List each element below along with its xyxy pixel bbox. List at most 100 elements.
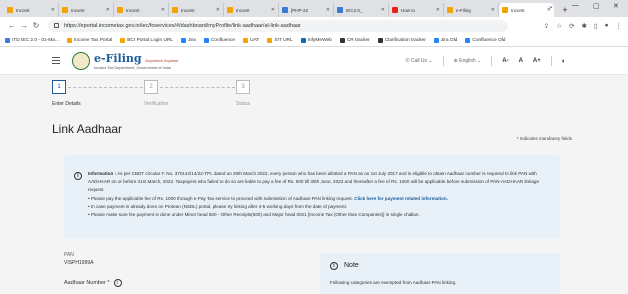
close-tab-icon[interactable]: ✕	[216, 7, 220, 13]
step-1-label: Enter Details	[52, 101, 81, 107]
bookmark-item[interactable]: Confluence Old	[465, 37, 505, 43]
bookmark-item[interactable]: ITD IEC 2.0 - 01-Ma...	[5, 37, 59, 43]
browser-tab[interactable]: IEC2.0_ ✕	[334, 3, 389, 17]
help-icon[interactable]: i	[113, 279, 122, 287]
bookmarks-bar: ITD IEC 2.0 - 01-Ma... Income Tax Portal B…	[0, 34, 628, 47]
tab-title: IEC2.0_	[346, 7, 363, 13]
font-decrease-button[interactable]: A-	[502, 58, 508, 64]
bookmark-item[interactable]: Jira Old	[433, 37, 457, 43]
efiling-brand[interactable]: e-Filing Anywhere Anytime Income Tax Dep…	[94, 52, 178, 70]
back-icon[interactable]: ←	[6, 21, 18, 30]
bookmark-icon	[377, 37, 383, 43]
close-tab-icon[interactable]: ✕	[381, 7, 385, 13]
new-tab-button[interactable]: +	[558, 3, 572, 17]
close-tab-icon[interactable]: ✕	[436, 7, 440, 13]
browser-tab[interactable]: Incomt ✕	[169, 3, 224, 17]
bookmark-label: BCI Portal Login URL	[127, 37, 174, 43]
header-actions: ✆ Call Us ⌄ ⊕ English ⌄ A- A A+ ◐	[405, 56, 566, 66]
note-box: i Note Following categories are exempted…	[320, 253, 560, 294]
info-paragraph: As per CBDT circular F. No. 370142/14/22…	[88, 171, 540, 193]
main-content: Link Aadhaar * Indicates mandatory field…	[0, 115, 628, 294]
bookmark-item[interactable]: Confluence	[203, 37, 235, 43]
aadhaar-label-text: Aadhaar Number *	[64, 280, 110, 286]
step-2-label: Verification	[144, 101, 169, 107]
profile-icon[interactable]: ●	[605, 22, 609, 30]
divider	[491, 56, 493, 66]
font-reset-button[interactable]: A	[519, 58, 523, 64]
browser-tab[interactable]: Incomt ✕	[59, 3, 114, 17]
bookmark-item[interactable]: UAT	[243, 37, 260, 43]
menu-icon[interactable]: ⋮	[616, 22, 623, 30]
tab-favicon-icon	[227, 7, 233, 13]
bookmark-item[interactable]: BCI Portal Login URL	[120, 37, 174, 43]
browser-tab[interactable]: Incomt ✕	[114, 3, 169, 17]
note-info-icon: i	[330, 262, 338, 270]
bookmark-label: Income Tax Portal	[73, 37, 113, 43]
language-select[interactable]: ⊕ English ⌄	[454, 58, 482, 64]
tab-title: Incomt	[236, 7, 250, 13]
bookmark-icon	[465, 37, 471, 43]
bookmark-star-icon[interactable]: ☆	[556, 22, 562, 30]
bookmark-item[interactable]: Clarification tracker	[377, 37, 426, 43]
tab-favicon-icon	[62, 7, 68, 13]
bookmark-item[interactable]: Income Tax Portal	[66, 37, 113, 43]
bookmark-item[interactable]: SIT URL	[267, 37, 293, 43]
step-3-label: Status	[236, 101, 251, 107]
info-lead: Information :	[88, 171, 117, 176]
close-tab-icon[interactable]: ✕	[491, 7, 495, 13]
share-icon[interactable]: ⇪	[544, 22, 549, 30]
progress-stepper: 1 2 3 Enter Details Verification Status	[0, 75, 628, 115]
call-us-link[interactable]: ✆ Call Us ⌄	[405, 58, 432, 64]
bookmark-label: SIT URL	[274, 37, 293, 43]
bookmark-label: UAT	[250, 37, 260, 43]
step-2-box: 2	[144, 80, 158, 94]
sync-icon[interactable]: ⟳	[569, 22, 574, 30]
reload-icon[interactable]: ↻	[30, 21, 42, 30]
info-bullet-3: Please make sure fee payment is done und…	[90, 212, 420, 218]
payment-info-link[interactable]: Click here for payment related informati…	[354, 196, 448, 201]
bookmark-item[interactable]: InfyMeWeb	[300, 37, 332, 43]
extensions-icon[interactable]: ✱	[582, 22, 587, 30]
emblem-logo	[72, 52, 90, 70]
browser-tab[interactable]: Incomt ✕	[499, 3, 554, 17]
browser-tab[interactable]: Incomt ✕	[4, 3, 59, 17]
lock-icon	[54, 23, 59, 28]
forward-icon[interactable]: →	[18, 21, 30, 30]
step-1-box: 1	[52, 80, 66, 94]
contrast-toggle-icon[interactable]: ◐	[562, 58, 566, 65]
pan-label: PAN	[64, 252, 74, 258]
font-increase-button[interactable]: A+	[533, 58, 541, 64]
sidebar-icon[interactable]: ▯	[594, 22, 598, 30]
bookmark-icon	[5, 37, 10, 43]
browser-tab[interactable]: Incomt ✕	[224, 3, 279, 17]
minimize-icon[interactable]: —	[572, 2, 579, 9]
info-icon: i	[74, 172, 82, 180]
url-text: https://eportal.incometax.gov.in/iec/fos…	[64, 22, 301, 29]
bookmark-label: Clarification tracker	[384, 37, 426, 43]
close-tab-icon[interactable]: ✕	[326, 7, 330, 13]
tab-favicon-icon	[172, 7, 178, 13]
hamburger-menu-icon[interactable]	[52, 57, 60, 66]
language-label: English	[459, 58, 476, 64]
bookmark-item[interactable]: Jira	[181, 37, 196, 43]
info-bullet-1: Please pay the applicable fee of Rs. 100…	[90, 195, 353, 201]
close-tab-icon[interactable]: ✕	[161, 7, 165, 13]
address-bar[interactable]: https://eportal.incometax.gov.in/iec/fos…	[48, 19, 508, 32]
restore-icon[interactable]: ▢	[593, 2, 600, 10]
browser-tab[interactable]: How to ✕	[389, 3, 444, 17]
close-window-icon[interactable]: ✕	[613, 2, 619, 10]
tab-title: Incomt	[16, 7, 30, 13]
information-box: i Information : As per CBDT circular F. …	[64, 155, 560, 239]
close-tab-icon[interactable]: ✕	[106, 7, 110, 13]
tab-search-icon[interactable]: ⌄	[548, 2, 554, 10]
note-title: Note	[344, 262, 359, 269]
tab-title: e-Filing	[456, 7, 471, 13]
browser-tab[interactable]: e-Filing ✕	[444, 3, 499, 17]
close-tab-icon[interactable]: ✕	[271, 7, 275, 13]
bookmark-label: CR tracker	[346, 37, 370, 43]
bookmark-item[interactable]: CR tracker	[339, 37, 370, 43]
browser-tab[interactable]: [PHP-22 ✕	[279, 3, 334, 17]
tab-title: Incomt	[71, 7, 85, 13]
close-tab-icon[interactable]: ✕	[51, 7, 55, 13]
bookmark-icon	[66, 37, 72, 43]
